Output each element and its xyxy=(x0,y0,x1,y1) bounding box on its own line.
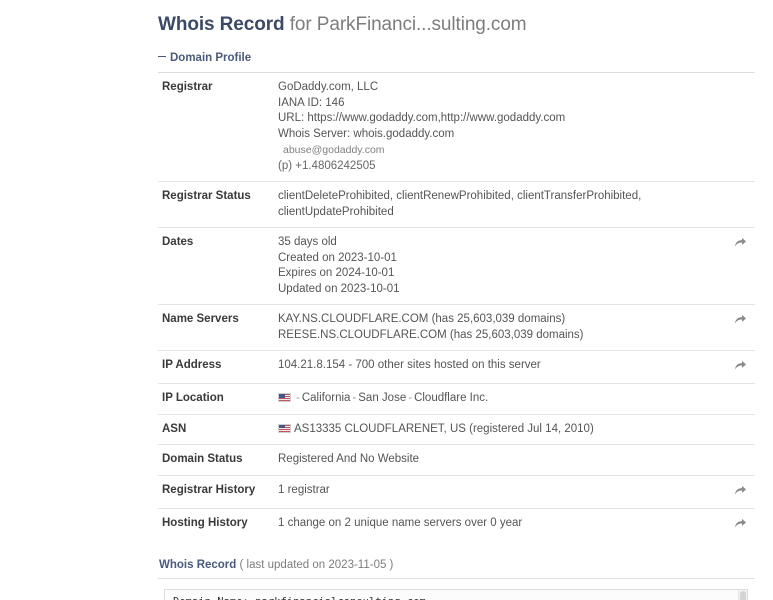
registrar-abuse-email[interactable]: abuse@godaddy.com xyxy=(278,142,719,158)
domain-status-text: Registered And No Website xyxy=(278,453,420,465)
ip-address-actions xyxy=(719,351,755,384)
table-row-registrar-status: Registrar Status clientDeleteProhibited,… xyxy=(158,181,755,228)
hosting-history-actions xyxy=(719,508,755,541)
name-servers-label: Name Servers xyxy=(162,313,239,325)
content-column: Whois Record for ParkFinanci...sulting.c… xyxy=(158,0,755,600)
table-row-domain-status: Domain Status Registered And No Website xyxy=(158,444,755,476)
table-row-name-servers: Name Servers KAY.NS.CLOUDFLARE.COM (has … xyxy=(158,304,755,351)
ip-location-org: Cloudflare Inc. xyxy=(414,392,489,404)
asn-value: AS13335 CLOUDFLARENET, US (registered Ju… xyxy=(274,414,719,445)
registrar-history-text: 1 registrar xyxy=(278,483,330,496)
hosting-history-text: 1 change on 2 unique name servers over 0… xyxy=(278,516,523,529)
registrar-name: GoDaddy.com, LLC xyxy=(278,81,379,93)
registrar-history-actions xyxy=(719,475,755,508)
table-row-asn: ASN AS13335 CLOUDFLARENET, US (registere… xyxy=(158,414,755,445)
us-flag-icon xyxy=(278,423,291,433)
dates-label: Dates xyxy=(162,236,194,248)
dates-age: 35 days old xyxy=(278,236,337,248)
table-row-ip-location: IP Location - California - San Jose - Cloudfl… xyxy=(158,383,755,415)
dates-expires: Expires on 2024-10-01 xyxy=(278,267,395,279)
registrar-history-label: Registrar History xyxy=(162,483,256,496)
asn-actions xyxy=(719,414,755,445)
domain-profile-table: Registrar GoDaddy.com, LLC IANA ID: 146 … xyxy=(158,72,755,541)
domain-status-actions xyxy=(719,445,755,476)
domain-status-value: Registered And No Website xyxy=(274,445,719,476)
dates-value: 35 days old Created on 2023-10-01 Expire… xyxy=(274,228,719,305)
dates-actions xyxy=(719,228,755,305)
raw-whois-updated-note: ( last updated on 2023-11-05 ) xyxy=(239,558,394,571)
registrar-status-actions xyxy=(719,182,755,228)
share-arrow-icon[interactable] xyxy=(734,313,747,325)
us-flag-icon xyxy=(278,393,291,402)
ip-address-label: IP Address xyxy=(162,359,222,371)
raw-whois-header: Whois Record ( last updated on 2023-11-0… xyxy=(158,557,755,573)
page-title-for-label: for xyxy=(289,14,312,35)
page-title: Whois Record for ParkFinanci...sulting.c… xyxy=(158,0,755,38)
ip-location-city: San Jose xyxy=(358,392,407,404)
page-title-domain: ParkFinanci...sulting.com xyxy=(316,14,527,35)
name-server-2: REESE.NS.CLOUDFLARE.COM (has 25,603,039 … xyxy=(278,328,584,341)
ip-location-text: - California - San Jose - Cloudflare Inc. xyxy=(278,391,719,407)
name-server-1: KAY.NS.CLOUDFLARE.COM (has 25,603,039 do… xyxy=(278,313,566,325)
name-servers-value: KAY.NS.CLOUDFLARE.COM (has 25,603,039 do… xyxy=(274,305,719,351)
raw-whois-divider xyxy=(158,577,755,579)
ip-location-region: California xyxy=(301,392,351,404)
hosting-history-value: 1 change on 2 unique name servers over 0… xyxy=(274,508,719,541)
registrar-status-label: Registrar Status xyxy=(162,190,251,202)
table-row-hosting-history: Hosting History 1 change on 2 unique nam… xyxy=(158,508,755,541)
registrar-phone: (p) +1.4806242505 xyxy=(278,160,376,172)
table-row-registrar-history: Registrar History 1 registrar xyxy=(158,475,755,508)
raw-whois-scrollbar-thumb[interactable] xyxy=(740,590,746,600)
registrar-status-value: clientDeleteProhibited, clientRenewProhi… xyxy=(274,182,719,228)
table-row-ip-address: IP Address 104.21.8.154 - 700 other site… xyxy=(158,350,755,384)
ip-location-label: IP Location xyxy=(162,392,224,404)
registrar-value: GoDaddy.com, LLC IANA ID: 146 URL: https… xyxy=(274,73,719,182)
page-title-main: Whois Record xyxy=(158,14,285,35)
registrar-label: Registrar xyxy=(162,81,213,93)
asn-text-wrap: AS13335 CLOUDFLARENET, US (registered Ju… xyxy=(278,422,719,438)
domain-profile-toggle[interactable]: Domain Profile xyxy=(158,50,755,66)
ip-location-actions xyxy=(719,384,755,415)
raw-whois-scrollbar[interactable] xyxy=(738,589,747,600)
hosting-history-label: Hosting History xyxy=(162,516,248,529)
raw-whois-text: Domain Name: parkfinancialconsulting.com… xyxy=(165,590,747,600)
raw-whois-textbox[interactable]: Domain Name: parkfinancialconsulting.com… xyxy=(164,588,748,600)
registrar-iana-id: IANA ID: 146 xyxy=(278,96,345,109)
domain-status-label: Domain Status xyxy=(162,453,243,465)
table-row-dates: Dates 35 days old Created on 2023-10-01 … xyxy=(158,227,755,305)
registrar-whois-server: Whois Server: whois.godaddy.com xyxy=(278,127,455,140)
minus-icon xyxy=(158,56,166,58)
share-arrow-icon[interactable] xyxy=(734,359,747,371)
table-row-registrar: Registrar GoDaddy.com, LLC IANA ID: 146 … xyxy=(158,72,755,182)
name-servers-actions xyxy=(719,305,755,351)
share-arrow-icon[interactable] xyxy=(734,484,747,496)
domain-profile-toggle-label: Domain Profile xyxy=(170,52,252,64)
ip-location-value: - California - San Jose - Cloudflare Inc. xyxy=(274,384,719,415)
ip-address-text: 104.21.8.154 - 700 other sites hosted on… xyxy=(278,359,541,371)
dates-updated: Updated on 2023-10-01 xyxy=(278,282,400,295)
registrar-history-value: 1 registrar xyxy=(274,475,719,508)
asn-text: AS13335 CLOUDFLARENET, US (registered Ju… xyxy=(294,422,594,435)
registrar-url: URL: https://www.godaddy.com,http://www.… xyxy=(278,112,566,124)
share-arrow-icon[interactable] xyxy=(734,236,747,248)
asn-label: ASN xyxy=(162,422,187,435)
raw-whois-title: Whois Record xyxy=(159,558,237,571)
dates-created: Created on 2023-10-01 xyxy=(278,251,397,264)
share-arrow-icon[interactable] xyxy=(734,517,747,529)
ip-address-value: 104.21.8.154 - 700 other sites hosted on… xyxy=(274,351,719,384)
whois-record-page: Whois Record for ParkFinanci...sulting.c… xyxy=(0,0,773,600)
registrar-status-text: clientDeleteProhibited, clientRenewProhi… xyxy=(278,190,642,218)
registrar-actions xyxy=(719,73,755,182)
